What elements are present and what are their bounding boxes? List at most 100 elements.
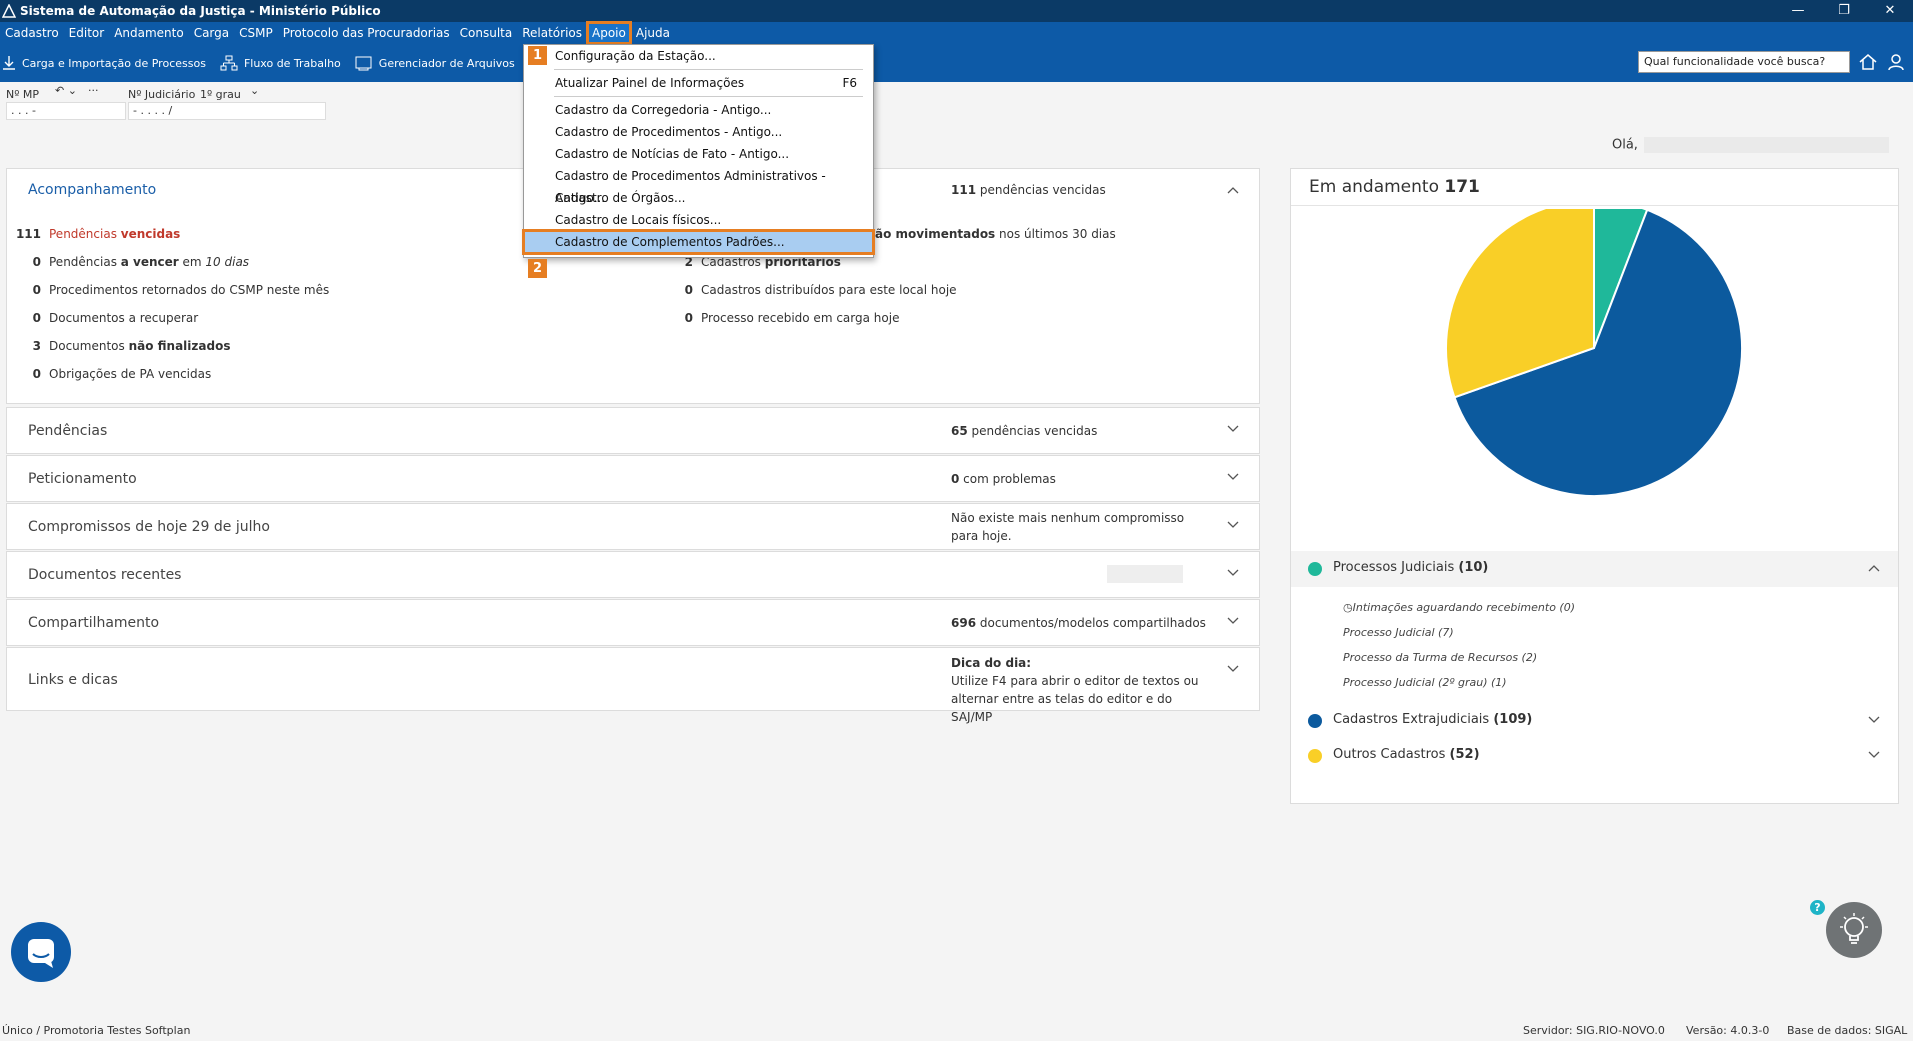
stat-processo-recebido[interactable]: 0 Processo recebido em carga hoje — [659, 311, 900, 325]
menu-editor[interactable]: Editor — [64, 22, 110, 44]
legend-outros-cadastros[interactable]: Outros Cadastros (52) — [1291, 738, 1898, 774]
legend-sub-processo-judicial[interactable]: Processo Judicial (7) — [1343, 626, 1454, 639]
legend-cadastros-extrajudiciais[interactable]: Cadastros Extrajudiciais (109) — [1291, 703, 1898, 739]
legend-sub-intimacoes[interactable]: ◷Intimações aguardando recebimento (0) — [1343, 601, 1575, 614]
toolbar-carga-button[interactable]: Carga e Importação de Processos — [2, 55, 206, 71]
judicial-number-field[interactable]: - . . . . / — [128, 102, 326, 120]
mp-number-label: Nº MP — [6, 88, 40, 101]
chevron-down-icon[interactable] — [1868, 748, 1880, 760]
chart-total: 171 — [1444, 177, 1480, 197]
peticionamento-panel[interactable]: Peticionamento 0 com problemas — [6, 455, 1260, 502]
home-icon[interactable] — [1858, 52, 1878, 72]
peticionamento-info: 0 com problemas — [951, 470, 1056, 488]
compromissos-title: Compromissos de hoje 29 de julho — [28, 519, 270, 535]
chevron-up-icon[interactable] — [1227, 185, 1239, 197]
compartilhamento-panel[interactable]: Compartilhamento 696 documentos/modelos … — [6, 599, 1260, 646]
chevron-down-icon[interactable] — [1868, 713, 1880, 725]
acompanhamento-header-info[interactable]: 111 pendências vencidas — [951, 181, 1106, 199]
menu-andamento[interactable]: Andamento — [109, 22, 189, 44]
grau-select[interactable]: 1º grau — [200, 88, 241, 101]
menu-item-noticias-fato[interactable]: Cadastro de Notícias de Fato - Antigo... — [524, 143, 873, 165]
legend-label: Processos Judiciais (10) — [1333, 560, 1489, 575]
toolbar-carga-label: Carga e Importação de Processos — [22, 56, 206, 70]
user-greeting: Olá, — [1612, 137, 1889, 153]
menu-bar: Cadastro Editor Andamento Carga CSMP Pro… — [0, 21, 1913, 45]
chevron-up-icon[interactable] — [1868, 563, 1880, 575]
chevron-down-icon[interactable] — [1227, 470, 1239, 482]
app-logo-icon — [2, 4, 16, 18]
more-options-icon[interactable]: ··· — [88, 84, 99, 97]
legend-sub-segundo-grau[interactable]: Processo Judicial (2º grau) (1) — [1343, 676, 1507, 689]
toolbar-fluxo-button[interactable]: Fluxo de Trabalho — [220, 55, 341, 71]
links-dicas-panel[interactable]: Links e dicas Dica do dia: Utilize F4 par… — [6, 647, 1260, 724]
menu-item-corregedoria[interactable]: Cadastro da Corregedoria - Antigo... — [524, 99, 873, 121]
stat-obrigacoes-pa[interactable]: 0 Obrigações de PA vencidas — [7, 367, 212, 381]
toolbar-gerenciador-button[interactable]: Gerenciador de Arquivos — [355, 55, 515, 71]
menu-item-configuracao[interactable]: Configuração da Estação... — [524, 45, 873, 67]
chevron-down-icon[interactable] — [1227, 566, 1239, 578]
stat-documentos-nao-finalizados[interactable]: 3 Documentos não finalizados — [7, 339, 231, 353]
tips-button[interactable] — [1826, 902, 1882, 958]
menu-carga[interactable]: Carga — [189, 22, 234, 44]
menu-item-label: Configuração da Estação... — [555, 49, 716, 63]
window-title: Sistema de Automação da Justiça - Minist… — [20, 4, 381, 18]
menu-item-label: Cadastro da Corregedoria - Antigo... — [555, 103, 772, 117]
lightbulb-icon — [1840, 913, 1868, 944]
stat-bold: não finalizados — [128, 339, 231, 353]
documentos-recentes-panel[interactable]: Documentos recentes — [6, 551, 1260, 598]
mp-number-field[interactable]: . . . - — [6, 102, 126, 120]
stat-cadastros-distribuidos[interactable]: 0 Cadastros distribuídos para este local … — [659, 283, 957, 297]
stat-number: 0 — [32, 283, 41, 297]
chevron-down-icon[interactable] — [1227, 518, 1239, 530]
menu-apoio[interactable]: Apoio — [586, 21, 632, 45]
maximize-button[interactable]: ❐ — [1821, 0, 1867, 22]
stat-text: Obrigações de PA vencidas — [49, 367, 212, 381]
stat-pendencias-a-vencer[interactable]: 0 Pendências a vencer em 10 dias — [7, 255, 249, 269]
menu-item-orgaos[interactable]: Cadastro de Órgãos... — [524, 187, 873, 209]
feature-search-input[interactable]: Qual funcionalidade você busca? — [1638, 51, 1850, 73]
stat-text: Documentos — [49, 339, 129, 353]
pendencias-panel[interactable]: Pendências 65 pendências vencidas — [6, 407, 1260, 454]
user-icon[interactable] — [1886, 52, 1906, 72]
menu-item-locais-fisicos[interactable]: Cadastro de Locais físicos... — [524, 209, 873, 231]
legend-processos-judiciais[interactable]: Processos Judiciais (10) — [1291, 551, 1898, 587]
chevron-down-icon[interactable]: ⌄ — [250, 84, 259, 97]
chat-button[interactable] — [11, 922, 71, 982]
menu-item-complementos-padroes[interactable]: Cadastro de Complementos Padrões... — [522, 229, 875, 255]
chevron-down-icon[interactable] — [1227, 662, 1239, 674]
menu-protocolo[interactable]: Protocolo das Procuradorias — [278, 22, 455, 44]
menu-item-atualizar-painel[interactable]: Atualizar Painel de Informações F6 — [524, 72, 873, 94]
compromissos-panel[interactable]: Compromissos de hoje 29 de julho Não exi… — [6, 503, 1260, 550]
stat-nao-movimentados[interactable]: ão movimentados nos últimos 30 dias — [875, 227, 1116, 241]
stat-text: Documentos a recuperar — [49, 311, 199, 325]
undo-icon[interactable]: ↶ ⌄ — [55, 84, 77, 97]
process-filters: Nº MP ↶ ⌄ ··· Nº Judiciário 1º grau ⌄ . … — [0, 82, 600, 124]
toolbar-gerenciador-label: Gerenciador de Arquivos — [378, 56, 515, 70]
menu-ajuda[interactable]: Ajuda — [631, 22, 675, 44]
legend-dot — [1308, 749, 1322, 763]
stat-procedimentos-retornados[interactable]: 0 Procedimentos retornados do CSMP neste … — [7, 283, 330, 297]
chevron-down-icon[interactable] — [1227, 422, 1239, 434]
legend-sub-turma-recursos[interactable]: Processo da Turma de Recursos (2) — [1343, 651, 1537, 664]
menu-item-label: Cadastro de Locais físicos... — [555, 213, 722, 227]
menu-csmp[interactable]: CSMP — [234, 22, 278, 44]
menu-item-procedimentos[interactable]: Cadastro de Procedimentos - Antigo... — [524, 121, 873, 143]
stat-number: 0 — [684, 283, 693, 297]
pendencias-count: 65 — [951, 424, 968, 438]
minimize-button[interactable]: — — [1775, 0, 1821, 22]
close-button[interactable]: ✕ — [1867, 0, 1913, 22]
legend-dot — [1308, 714, 1322, 728]
stat-documentos-recuperar[interactable]: 0 Documentos a recuperar — [7, 311, 199, 325]
menu-consulta[interactable]: Consulta — [455, 22, 518, 44]
stat-number: 3 — [32, 339, 41, 353]
acompanhamento-title[interactable]: Acompanhamento — [28, 182, 156, 198]
stat-text: Procedimentos retornados do CSMP neste m… — [49, 283, 330, 297]
compartilhamento-title: Compartilhamento — [28, 615, 160, 631]
help-icon[interactable]: ? — [1810, 900, 1825, 915]
chevron-down-icon[interactable] — [1227, 614, 1239, 626]
menu-relatorios[interactable]: Relatórios — [517, 22, 587, 44]
compromissos-info: Não existe mais nenhum compromisso para … — [951, 511, 1185, 543]
menu-cadastro[interactable]: Cadastro — [0, 22, 64, 44]
stat-pendencias-vencidas[interactable]: 111 Pendências vencidas — [7, 227, 180, 241]
menu-item-procedimentos-administrativos[interactable]: Cadastro de Procedimentos Administrativo… — [524, 165, 873, 205]
